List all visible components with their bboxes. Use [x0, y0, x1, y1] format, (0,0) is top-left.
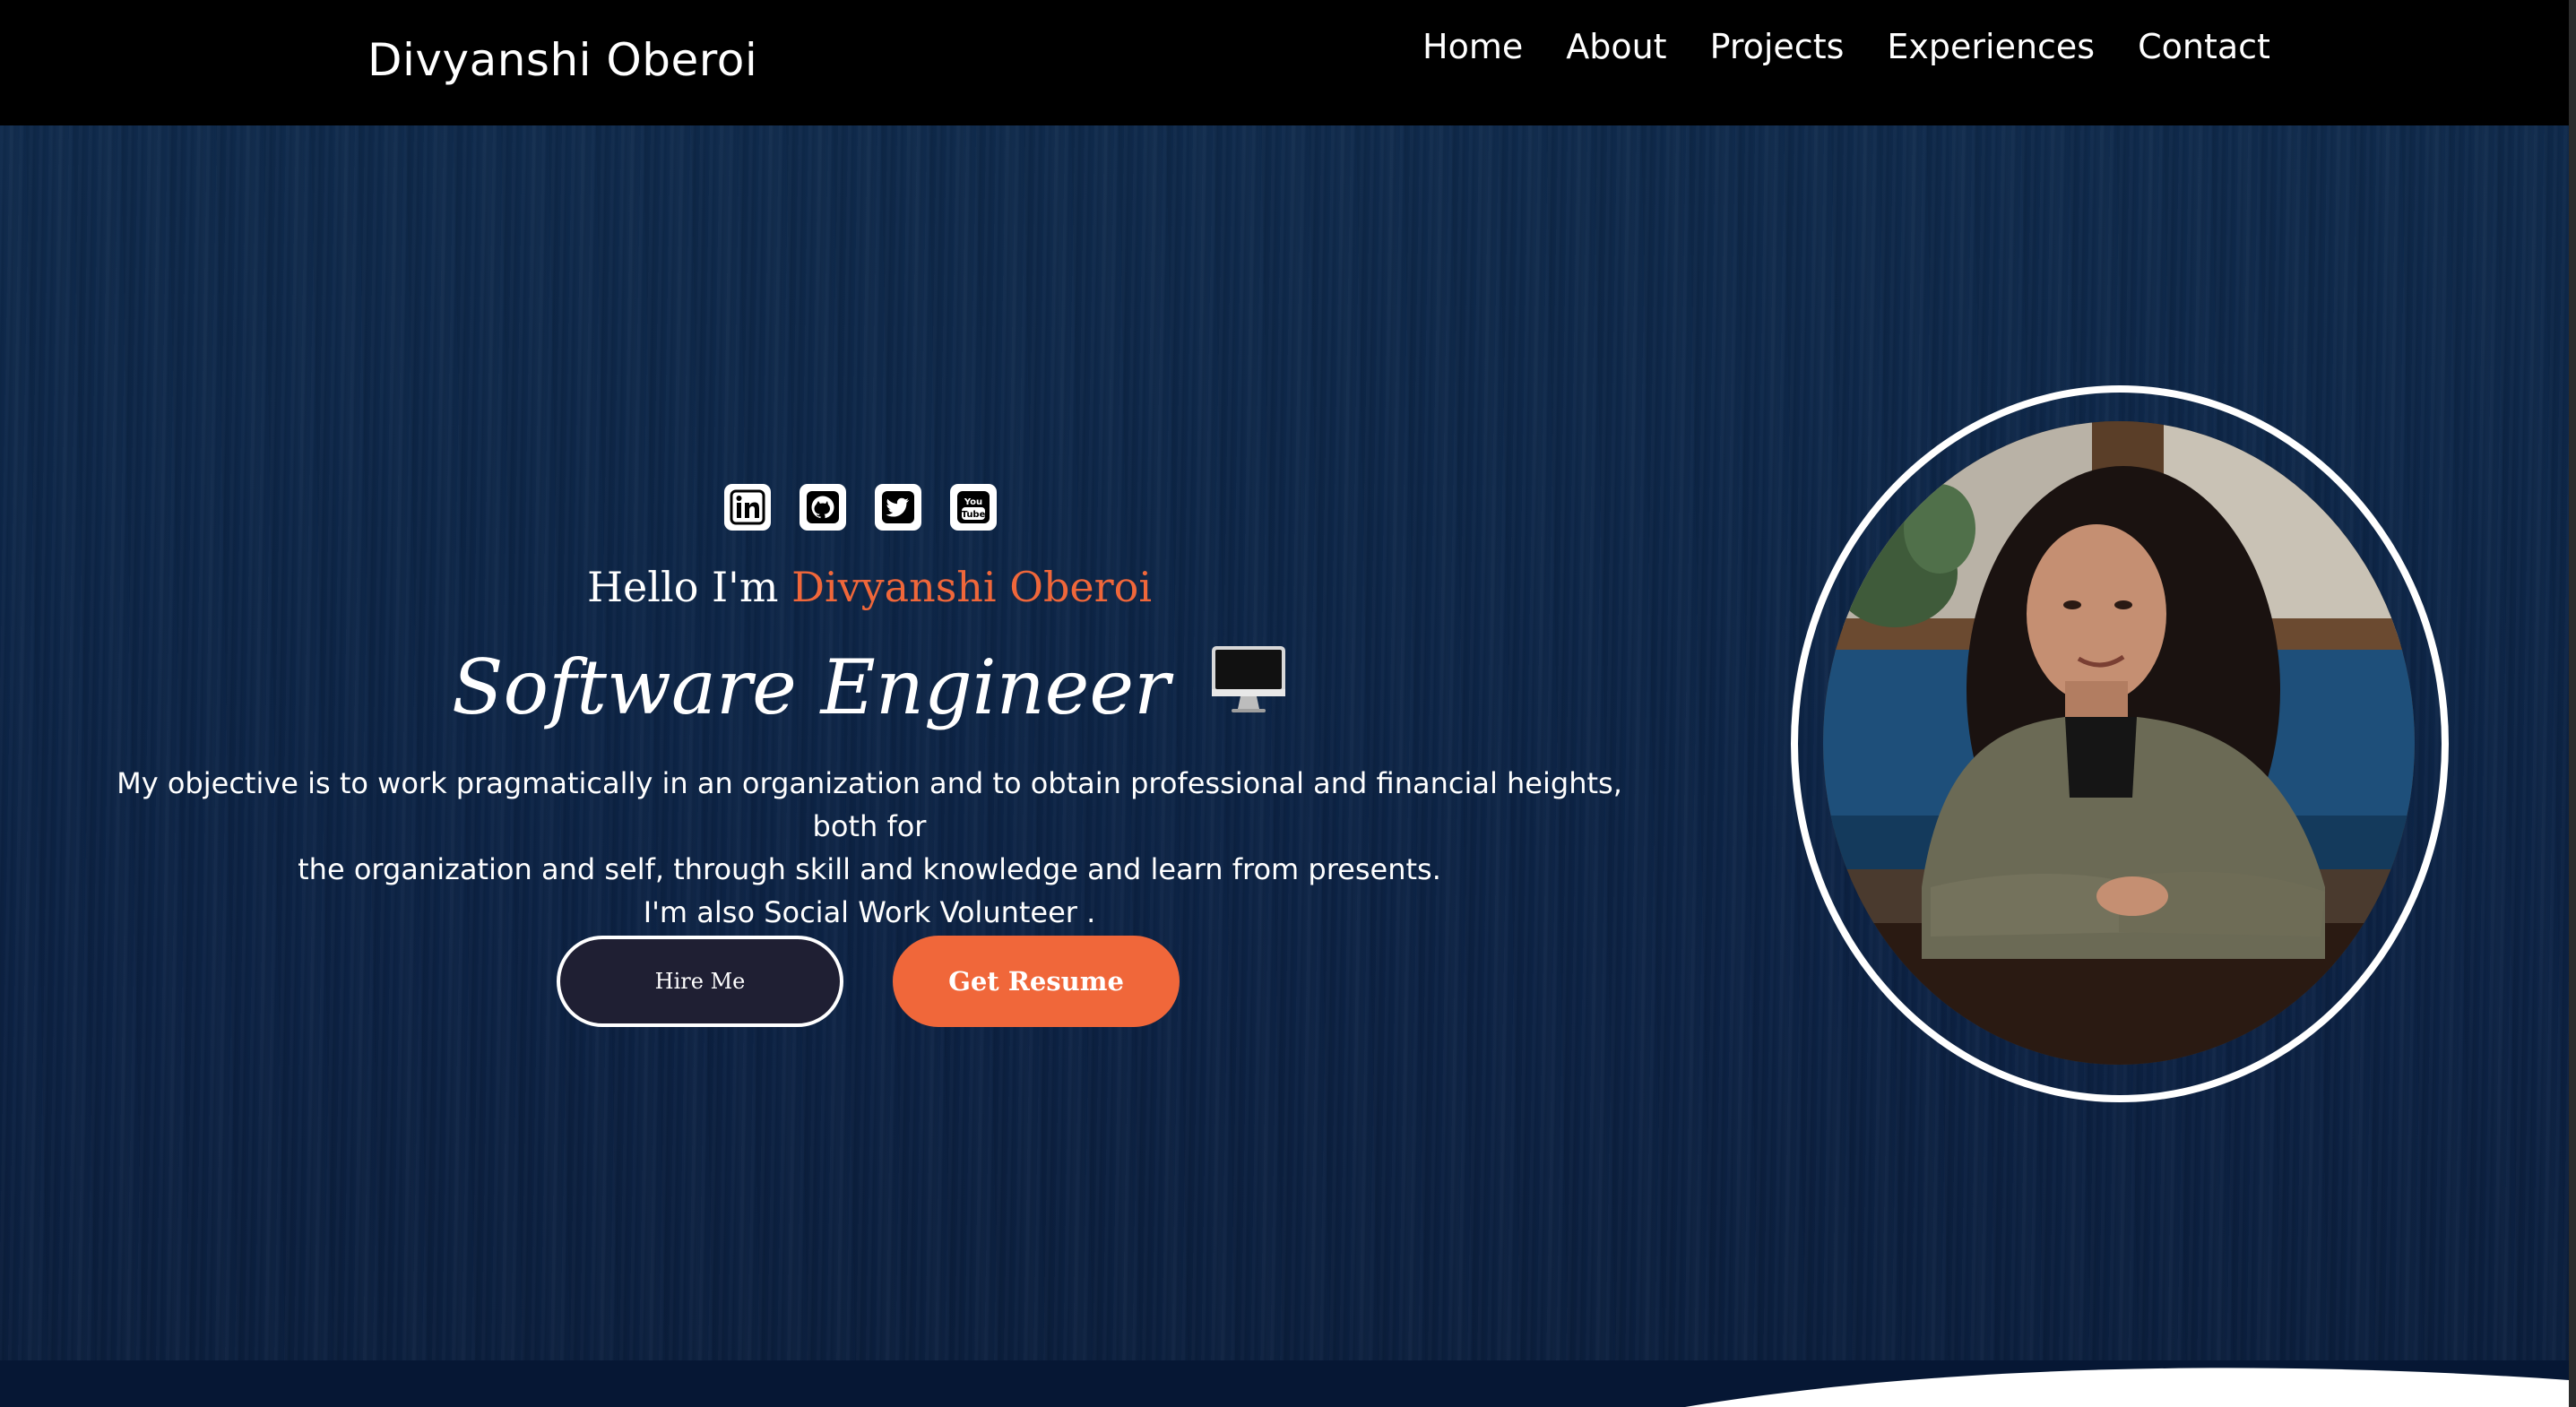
nav-link-projects[interactable]: Projects — [1710, 27, 1845, 66]
objective-line-1: My objective is to work pragmatically in… — [117, 766, 1622, 843]
objective-line-2: the organization and self, through skill… — [298, 852, 1441, 886]
social-links: You Tube — [724, 484, 997, 531]
navbar: Divyanshi Oberoi Home About Projects Exp… — [0, 0, 2569, 125]
portfolio-page: Divyanshi Oberoi Home About Projects Exp… — [0, 0, 2576, 1407]
hello-heading: Hello I'm Divyanshi Oberoi — [0, 563, 1739, 611]
section-wave — [1685, 1368, 2569, 1407]
hello-prefix: Hello I'm — [586, 563, 792, 611]
nav-links: Home About Projects Experiences Contact — [1422, 27, 2313, 66]
linkedin-icon[interactable] — [724, 484, 771, 531]
twitter-icon[interactable] — [875, 484, 921, 531]
svg-text:Tube: Tube — [962, 510, 986, 520]
scrollbar[interactable] — [2569, 0, 2576, 1407]
desktop-monitor-icon — [1210, 644, 1287, 732]
svg-text:You: You — [964, 497, 982, 507]
objective-text: My objective is to work pragmatically in… — [90, 762, 1649, 934]
nav-link-contact[interactable]: Contact — [2138, 27, 2270, 66]
hello-name: Divyanshi Oberoi — [791, 563, 1153, 611]
role-text: Software Engineer — [452, 643, 1171, 731]
nav-link-home[interactable]: Home — [1422, 27, 1523, 66]
youtube-icon[interactable]: You Tube — [950, 484, 997, 531]
brand-title[interactable]: Divyanshi Oberoi — [367, 34, 757, 86]
profile-photo — [1823, 421, 2415, 1065]
hire-me-button[interactable]: Hire Me — [557, 936, 843, 1027]
role-title: Software Engineer — [0, 643, 1739, 738]
objective-line-3: I'm also Social Work Volunteer . — [643, 895, 1096, 929]
github-icon[interactable] — [800, 484, 846, 531]
nav-link-experiences[interactable]: Experiences — [1887, 27, 2095, 66]
get-resume-button[interactable]: Get Resume — [893, 936, 1180, 1027]
nav-link-about[interactable]: About — [1566, 27, 1666, 66]
